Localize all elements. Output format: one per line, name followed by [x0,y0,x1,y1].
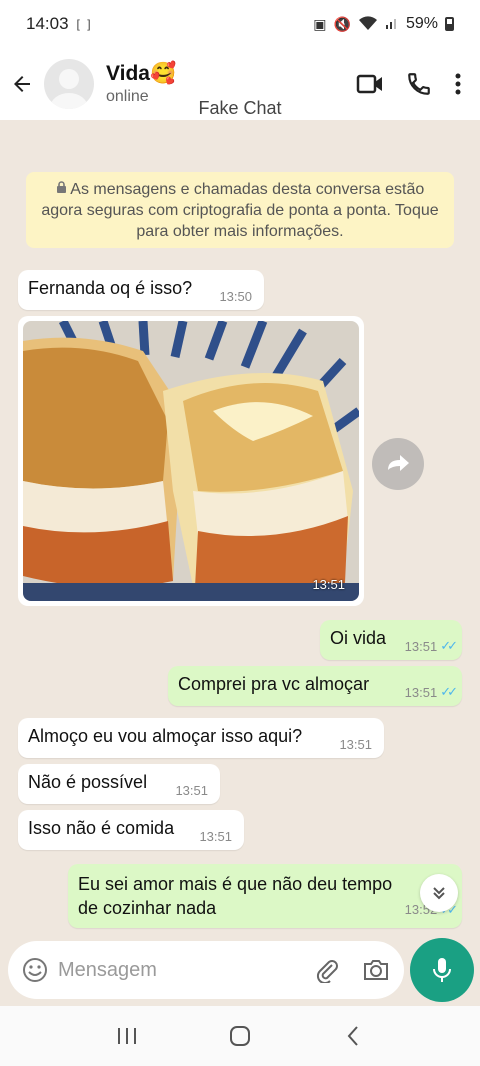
chevron-left-icon [347,1026,359,1046]
double-chevron-down-icon [433,887,445,900]
message-bubble[interactable]: Almoço eu vou almoçar isso aqui? 13:51 [18,718,384,758]
message-bubble[interactable]: Comprei pra vc almoçar 13:51 ✓✓ [168,666,462,706]
message-text: Almoço eu vou almoçar isso aqui? [28,726,303,746]
scroll-down-button[interactable] [420,874,458,912]
lock-icon [56,181,71,198]
emoji-button[interactable] [22,957,48,983]
message-text: Não é possível [28,772,148,792]
message-bubble[interactable]: Oi vida 13:51 ✓✓ [320,620,462,660]
nav-back-button[interactable] [328,1016,378,1056]
video-call-button[interactable] [356,73,384,95]
screen-record-icon: [ ] [76,17,93,31]
message-bubble[interactable]: Eu sei amor mais é que não deu tempo de … [68,864,462,928]
paperclip-icon [316,960,338,983]
forward-icon [388,455,409,471]
microphone-icon [433,958,451,982]
message-meta: 13:51 ✓✓ [404,684,458,700]
message-time: 13:51 [339,737,372,752]
encryption-notice-text: As mensagens e chamadas desta conversa e… [41,181,439,240]
recent-apps-button[interactable] [102,1016,152,1056]
message-text: Comprei pra vc almoçar [178,674,370,694]
read-ticks-icon: ✓✓ [440,684,458,699]
contact-name: Vida🥰 [106,62,177,85]
mute-icon: 🔇 [333,15,351,32]
more-vertical-icon [455,73,461,95]
read-ticks-icon: ✓✓ [440,638,458,653]
system-nav-bar [0,1006,480,1066]
home-button[interactable] [215,1016,265,1056]
mic-button[interactable] [410,938,474,1002]
watermark: Fake Chat [198,98,282,118]
camera-button[interactable] [362,958,390,982]
encryption-notice[interactable]: As mensagens e chamadas desta conversa e… [26,172,454,248]
message-text: Isso não é comida [28,818,175,838]
message-bubble[interactable]: Fernanda oq é isso? 13:50 [18,270,264,310]
message-time: 13:51 [175,783,208,798]
message-time: 13:51 [404,684,438,700]
notification-icon: ▣ [313,15,327,32]
voice-call-button[interactable] [406,71,432,97]
message-time: 13:51 [199,829,232,844]
emoji-icon [23,958,47,982]
message-text: Eu sei amor mais é que não deu tempo de … [78,874,393,918]
status-bar: 14:03 [ ] ▣ 🔇 59% [0,0,480,48]
phone-icon [408,73,430,95]
battery-percent: 59% [405,15,438,32]
image-message[interactable]: 13:51 [18,316,364,606]
camera-icon [364,960,388,980]
message-input[interactable] [58,958,288,982]
message-bubble[interactable]: Não é possível 13:51 [18,764,220,804]
battery-icon [445,17,454,31]
home-icon [229,1026,250,1046]
signal-icon [385,16,399,33]
chat-area[interactable]: As mensagens e chamadas desta conversa e… [0,120,480,938]
message-time: 13:51 [404,638,438,654]
message-meta: 13:51 ✓✓ [404,638,458,654]
status-time: 14:03 [26,14,69,33]
message-input-container[interactable] [8,941,404,999]
forward-button[interactable] [372,438,424,490]
message-time: 13:51 [312,577,345,592]
wifi-icon [358,15,378,34]
message-bubble[interactable]: Isso não é comida 13:51 [18,810,244,850]
attach-button[interactable] [314,957,340,983]
input-bar [0,938,480,1004]
message-text: Oi vida [330,628,387,648]
message-time: 13:50 [219,289,252,304]
header-actions [356,71,462,97]
arrow-left-icon [14,76,30,92]
menu-button[interactable] [454,72,462,96]
message-text: Fernanda oq é isso? [28,278,193,298]
video-camera-icon [356,74,382,94]
food-photo[interactable]: 13:51 [23,321,359,601]
status-right: ▣ 🔇 59% [313,15,454,34]
recent-apps-icon [117,1028,136,1044]
